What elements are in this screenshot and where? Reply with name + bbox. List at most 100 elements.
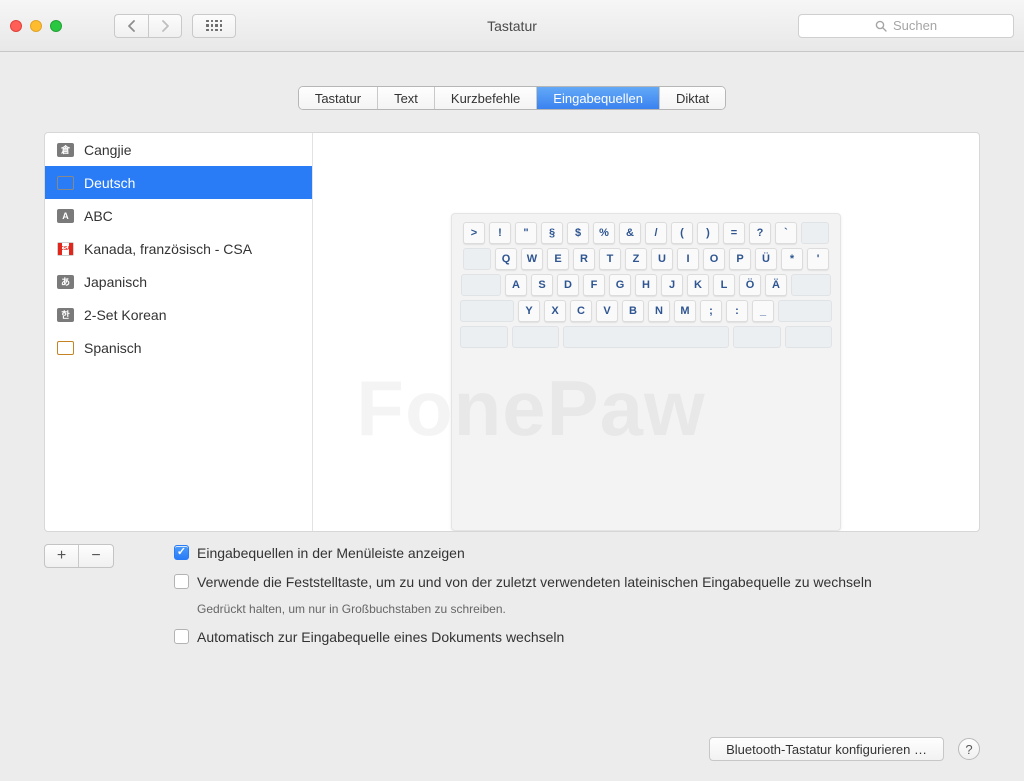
key-i: I <box>677 248 699 270</box>
key-j: J <box>661 274 683 296</box>
key-=: = <box>723 222 745 244</box>
tab-eingabequellen[interactable]: Eingabequellen <box>537 87 660 109</box>
source-korean[interactable]: 한 2-Set Korean <box>45 298 312 331</box>
source-deutsch[interactable]: Deutsch <box>45 166 312 199</box>
key-*: * <box>781 248 803 270</box>
cb-capslock-switch[interactable] <box>174 574 189 589</box>
key-h: H <box>635 274 657 296</box>
source-label: 2-Set Korean <box>84 307 167 323</box>
key-§: § <box>541 222 563 244</box>
cb-show-menubar-label: Eingabequellen in der Menüleiste anzeige… <box>197 544 465 563</box>
key-/: / <box>645 222 667 244</box>
source-kanada[interactable]: CSA Kanada, französisch - CSA <box>45 232 312 265</box>
cb-show-menubar[interactable] <box>174 545 189 560</box>
below-panel: + − Eingabequellen in der Menüleiste anz… <box>44 544 980 657</box>
flag-es-icon <box>57 341 74 355</box>
key-_: _ <box>752 300 774 322</box>
key-!: ! <box>489 222 511 244</box>
key-q: Q <box>495 248 517 270</box>
key-?: ? <box>749 222 771 244</box>
key-g: G <box>609 274 631 296</box>
key-ö: Ö <box>739 274 761 296</box>
zoom-icon[interactable] <box>50 20 62 32</box>
source-label: Kanada, französisch - CSA <box>84 241 252 257</box>
input-sources-list: 倉 Cangjie Deutsch A ABC CSA Kanada, fran… <box>45 133 313 531</box>
keyboard-preview: >!"§$%&/()=?` QWERTZUIOPÜ*' ASDFGHJKLÖÄ … <box>313 133 979 531</box>
key-spacer <box>461 274 501 296</box>
source-label: Cangjie <box>84 142 131 158</box>
key-fn <box>460 326 508 348</box>
key-$: $ <box>567 222 589 244</box>
traffic-lights <box>10 20 62 32</box>
back-button[interactable] <box>114 14 148 38</box>
key-x: X <box>544 300 566 322</box>
key-c: C <box>570 300 592 322</box>
footer: Bluetooth-Tastatur konfigurieren … ? <box>709 737 980 761</box>
flag-ca-icon: CSA <box>57 242 74 256</box>
source-abc[interactable]: A ABC <box>45 199 312 232</box>
add-source-button[interactable]: + <box>45 545 79 567</box>
key-spacer <box>460 300 514 322</box>
key-k: K <box>687 274 709 296</box>
key-:: : <box>726 300 748 322</box>
key-': ' <box>807 248 829 270</box>
key-;: ; <box>700 300 722 322</box>
cb-auto-switch-doc[interactable] <box>174 629 189 644</box>
tabs-container: Tastatur Text Kurzbefehle Eingabequellen… <box>0 52 1024 132</box>
key-u: U <box>651 248 673 270</box>
japanese-icon: あ <box>57 275 74 289</box>
key-n: N <box>648 300 670 322</box>
show-all-button[interactable] <box>192 14 236 38</box>
key-%: % <box>593 222 615 244</box>
key-o: O <box>703 248 725 270</box>
key-spacer <box>463 248 491 270</box>
tab-text[interactable]: Text <box>378 87 435 109</box>
key-e: E <box>547 248 569 270</box>
source-label: Deutsch <box>84 175 135 191</box>
grid-icon <box>206 20 222 32</box>
key-spacer <box>791 274 831 296</box>
cangjie-icon: 倉 <box>57 143 74 157</box>
key-a: A <box>505 274 527 296</box>
tab-kurzbefehle[interactable]: Kurzbefehle <box>435 87 537 109</box>
key-y: Y <box>518 300 540 322</box>
bluetooth-configure-button[interactable]: Bluetooth-Tastatur konfigurieren … <box>709 737 944 761</box>
korean-icon: 한 <box>57 308 74 322</box>
source-label: Japanisch <box>84 274 147 290</box>
capslock-hint: Gedrückt halten, um nur in Großbuchstabe… <box>197 602 980 616</box>
forward-button[interactable] <box>148 14 182 38</box>
minimize-icon[interactable] <box>30 20 42 32</box>
tab-tastatur[interactable]: Tastatur <box>299 87 378 109</box>
close-icon[interactable] <box>10 20 22 32</box>
key->: > <box>463 222 485 244</box>
source-cangjie[interactable]: 倉 Cangjie <box>45 133 312 166</box>
key-): ) <box>697 222 719 244</box>
add-remove-source: + − <box>44 544 114 568</box>
virtual-keyboard: >!"§$%&/()=?` QWERTZUIOPÜ*' ASDFGHJKLÖÄ … <box>451 213 841 531</box>
key-cmd <box>785 326 833 348</box>
abc-icon: A <box>57 209 74 223</box>
key-": " <box>515 222 537 244</box>
key-ä: Ä <box>765 274 787 296</box>
key-space <box>563 326 729 348</box>
remove-source-button[interactable]: − <box>79 545 113 567</box>
key-spacer <box>801 222 829 244</box>
source-label: ABC <box>84 208 113 224</box>
nav-back-forward <box>114 14 182 38</box>
search-input[interactable]: Suchen <box>798 14 1014 38</box>
key-p: P <box>729 248 751 270</box>
key-spacer <box>778 300 832 322</box>
search-icon <box>875 20 887 32</box>
source-japanisch[interactable]: あ Japanisch <box>45 265 312 298</box>
key-t: T <box>599 248 621 270</box>
key-ctrl <box>512 326 560 348</box>
key-s: S <box>531 274 553 296</box>
key-z: Z <box>625 248 647 270</box>
key-(: ( <box>671 222 693 244</box>
source-spanisch[interactable]: Spanisch <box>45 331 312 364</box>
cb-capslock-switch-label: Verwende die Feststelltaste, um zu und v… <box>197 573 872 592</box>
key-f: F <box>583 274 605 296</box>
source-label: Spanisch <box>84 340 142 356</box>
tab-diktat[interactable]: Diktat <box>660 87 725 109</box>
help-button[interactable]: ? <box>958 738 980 760</box>
